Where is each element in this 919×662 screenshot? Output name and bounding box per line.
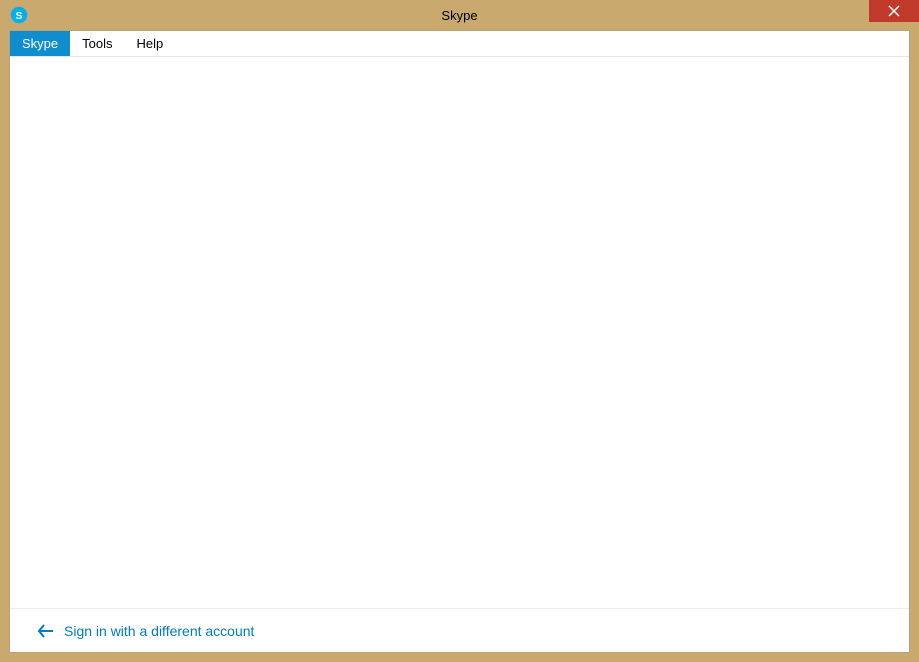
skype-icon: S <box>10 6 28 24</box>
window-title: Skype <box>0 8 919 23</box>
arrow-left-icon <box>38 624 54 638</box>
menubar: Skype Tools Help <box>10 31 909 57</box>
close-button[interactable] <box>869 0 919 22</box>
svg-text:S: S <box>15 10 22 22</box>
sign-in-different-account-link[interactable]: Sign in with a different account <box>38 623 254 639</box>
menu-skype[interactable]: Skype <box>10 31 70 56</box>
close-icon <box>888 5 900 17</box>
window-body: Skype Tools Help Sign in with a differen… <box>9 30 910 653</box>
menu-help[interactable]: Help <box>125 31 176 56</box>
content-area <box>10 57 909 608</box>
footer: Sign in with a different account <box>10 608 909 652</box>
sign-in-different-account-label: Sign in with a different account <box>64 623 254 639</box>
menu-tools[interactable]: Tools <box>70 31 124 56</box>
titlebar: S Skype <box>0 0 919 30</box>
